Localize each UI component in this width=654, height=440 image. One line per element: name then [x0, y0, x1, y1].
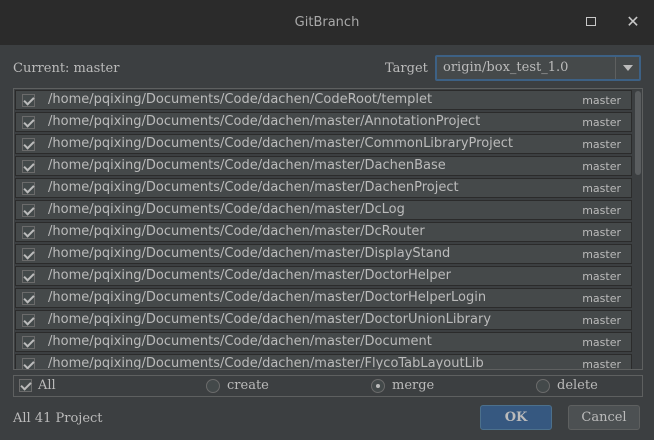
select-all-checkbox[interactable] [19, 379, 32, 392]
project-checkbox[interactable] [22, 358, 35, 369]
project-checkbox[interactable] [22, 270, 35, 283]
project-checkbox[interactable] [22, 116, 35, 129]
project-row[interactable]: /home/pqixing/Documents/Code/dachen/mast… [15, 354, 632, 370]
select-all-label[interactable]: All [38, 378, 56, 393]
project-branch: master [582, 204, 621, 217]
project-row[interactable]: /home/pqixing/Documents/Code/dachen/mast… [15, 200, 632, 220]
project-row[interactable]: /home/pqixing/Documents/Code/dachen/mast… [15, 288, 632, 308]
project-branch: master [582, 138, 621, 151]
project-checkbox[interactable] [22, 182, 35, 195]
project-checkbox[interactable] [22, 292, 35, 305]
project-path: /home/pqixing/Documents/Code/dachen/mast… [48, 180, 459, 195]
project-branch: master [582, 336, 621, 349]
project-row[interactable]: /home/pqixing/Documents/Code/dachen/mast… [15, 222, 632, 242]
project-checkbox[interactable] [22, 226, 35, 239]
close-button[interactable]: ✕ [622, 11, 644, 33]
project-count: All 41 Project [13, 411, 103, 426]
project-row[interactable]: /home/pqixing/Documents/Code/dachen/mast… [15, 134, 632, 154]
target-branch-select[interactable]: origin/box_test_1.0 [435, 55, 641, 81]
project-path: /home/pqixing/Documents/Code/dachen/mast… [48, 136, 513, 151]
project-path: /home/pqixing/Documents/Code/dachen/mast… [48, 334, 432, 349]
project-branch: master [582, 182, 621, 195]
target-label: Target [385, 61, 428, 76]
dropdown-button[interactable] [615, 57, 639, 79]
target-branch-value: origin/box_test_1.0 [443, 60, 569, 75]
project-branch: master [582, 314, 621, 327]
project-path: /home/pqixing/Documents/Code/dachen/mast… [48, 356, 484, 370]
project-branch: master [582, 248, 621, 261]
chevron-down-icon [623, 65, 633, 71]
project-row[interactable]: /home/pqixing/Documents/Code/dachen/mast… [15, 266, 632, 286]
options-bar: All create merge delete [13, 375, 643, 397]
project-branch: master [582, 94, 621, 107]
maximize-icon [586, 17, 596, 26]
project-row[interactable]: /home/pqixing/Documents/Code/dachen/mast… [15, 332, 632, 352]
project-path: /home/pqixing/Documents/Code/dachen/mast… [48, 312, 492, 327]
title-bar: GitBranch ✕ [0, 0, 654, 45]
project-branch: master [582, 116, 621, 129]
delete-radio-label[interactable]: delete [557, 378, 598, 393]
ok-button[interactable]: OK [480, 405, 552, 430]
project-path: /home/pqixing/Documents/Code/dachen/mast… [48, 158, 446, 173]
merge-radio[interactable] [371, 379, 385, 393]
project-checkbox[interactable] [22, 336, 35, 349]
scrollbar[interactable] [633, 89, 642, 369]
project-branch: master [582, 226, 621, 239]
merge-radio-label[interactable]: merge [392, 378, 434, 393]
project-row[interactable]: /home/pqixing/Documents/Code/dachen/mast… [15, 112, 632, 132]
project-list[interactable]: /home/pqixing/Documents/Code/dachen/Code… [13, 88, 643, 370]
current-branch-label: Current: master [13, 61, 120, 76]
project-path: /home/pqixing/Documents/Code/dachen/Code… [48, 92, 433, 107]
project-checkbox[interactable] [22, 314, 35, 327]
project-checkbox[interactable] [22, 94, 35, 107]
window-title: GitBranch [294, 15, 360, 30]
project-path: /home/pqixing/Documents/Code/dachen/mast… [48, 114, 481, 129]
project-path: /home/pqixing/Documents/Code/dachen/mast… [48, 224, 425, 239]
project-checkbox[interactable] [22, 160, 35, 173]
project-branch: master [582, 292, 621, 305]
project-branch: master [582, 160, 621, 173]
project-path: /home/pqixing/Documents/Code/dachen/mast… [48, 202, 405, 217]
project-path: /home/pqixing/Documents/Code/dachen/mast… [48, 246, 451, 261]
project-row[interactable]: /home/pqixing/Documents/Code/dachen/mast… [15, 310, 632, 330]
project-path: /home/pqixing/Documents/Code/dachen/mast… [48, 290, 487, 305]
delete-radio[interactable] [536, 379, 550, 393]
cancel-button[interactable]: Cancel [568, 405, 640, 430]
project-checkbox[interactable] [22, 138, 35, 151]
scroll-thumb[interactable] [635, 91, 641, 175]
close-icon: ✕ [626, 12, 640, 31]
project-checkbox[interactable] [22, 248, 35, 261]
project-row[interactable]: /home/pqixing/Documents/Code/dachen/Code… [15, 90, 632, 110]
project-checkbox[interactable] [22, 204, 35, 217]
maximize-button[interactable] [580, 11, 602, 33]
project-row[interactable]: /home/pqixing/Documents/Code/dachen/mast… [15, 178, 632, 198]
create-radio[interactable] [206, 379, 220, 393]
project-row[interactable]: /home/pqixing/Documents/Code/dachen/mast… [15, 156, 632, 176]
project-branch: master [582, 270, 621, 283]
project-branch: master [582, 358, 621, 370]
create-radio-label[interactable]: create [227, 378, 269, 393]
project-row[interactable]: /home/pqixing/Documents/Code/dachen/mast… [15, 244, 632, 264]
project-path: /home/pqixing/Documents/Code/dachen/mast… [48, 268, 451, 283]
